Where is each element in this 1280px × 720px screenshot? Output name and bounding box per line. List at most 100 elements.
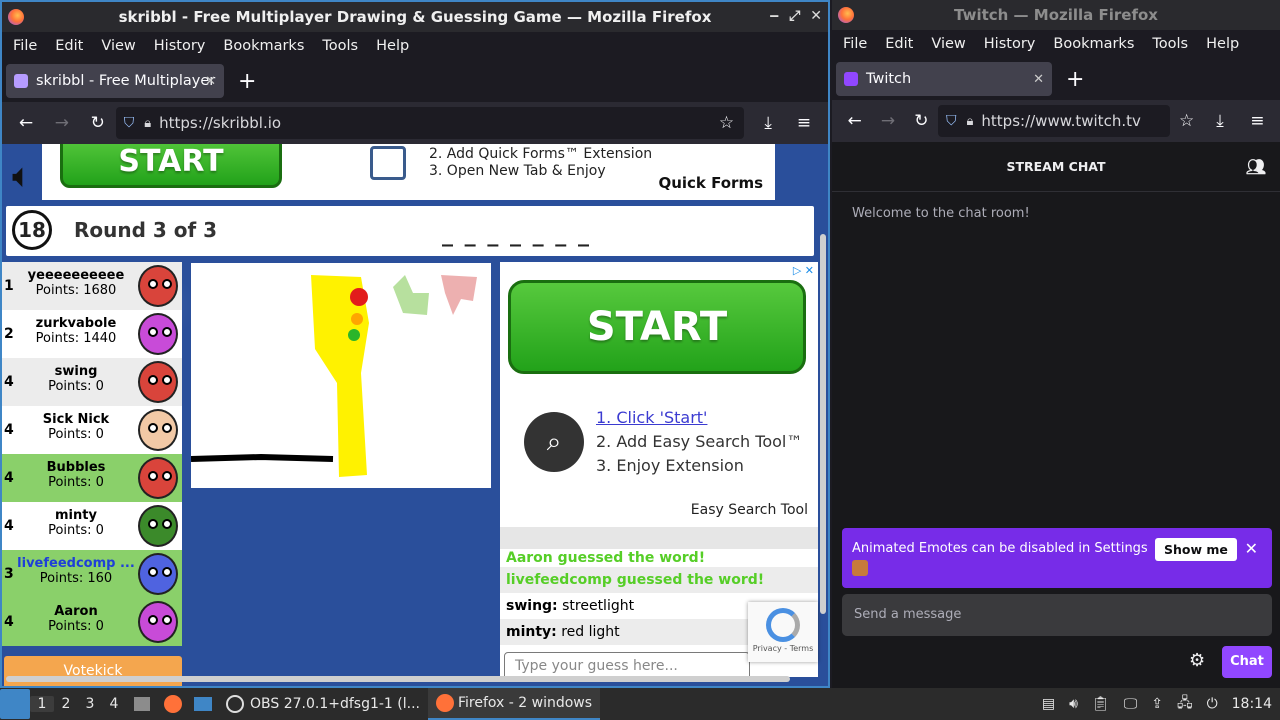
workspace-2[interactable]: 2	[54, 696, 78, 712]
forward-icon[interactable]: →	[871, 111, 904, 131]
player-row[interactable]: 4 minty Points: 0	[2, 502, 182, 550]
window-titlebar[interactable]: skribbl - Free Multiplayer Drawing & Gue…	[2, 2, 828, 32]
users-icon[interactable]: 👥︎	[1246, 157, 1266, 176]
gear-icon[interactable]: ⚙	[1189, 650, 1205, 671]
drawing-canvas[interactable]	[190, 263, 491, 488]
menu-tools[interactable]: Tools	[1143, 36, 1197, 52]
workspace-3[interactable]: 3	[78, 696, 102, 712]
new-tab-icon[interactable]: +	[1066, 67, 1084, 92]
menu-help[interactable]: Help	[1197, 36, 1248, 52]
menu-view[interactable]: View	[922, 36, 974, 52]
player-row[interactable]: 4 Bubbles Points: 0	[2, 454, 182, 502]
chat-message: livefeedcomp guessed the word!	[500, 567, 818, 593]
lock-icon: 🔒︎	[144, 115, 152, 131]
volume-icon[interactable]: 🔊︎	[1069, 696, 1078, 712]
ad-step1-link[interactable]: 1. Click 'Start'	[596, 408, 707, 427]
menu-history[interactable]: History	[145, 38, 215, 54]
notice-close-icon[interactable]: ✕	[1245, 539, 1258, 558]
menu-bookmarks[interactable]: Bookmarks	[1044, 36, 1143, 52]
tab-skribbl[interactable]: skribbl - Free Multiplayer ✕	[6, 64, 224, 98]
player-row[interactable]: 3 livefeedcomp ... Points: 160	[2, 550, 182, 598]
shield-icon[interactable]: ⛉	[124, 115, 135, 131]
menu-file[interactable]: File	[4, 38, 46, 54]
bookmark-star-icon[interactable]: ☆	[719, 113, 734, 133]
show-me-button[interactable]: Show me	[1155, 538, 1237, 561]
workspace-4[interactable]: 4	[102, 696, 126, 712]
menu-help[interactable]: Help	[367, 38, 418, 54]
tab-close-icon[interactable]: ✕	[1033, 72, 1044, 87]
menu-bookmarks[interactable]: Bookmarks	[214, 38, 313, 54]
keyboard-icon[interactable]: ▤	[1042, 696, 1055, 712]
ad-start-button[interactable]: START	[60, 144, 282, 188]
minimize-icon[interactable]: ‒	[769, 8, 779, 24]
vertical-scrollbar[interactable]	[820, 234, 826, 614]
tab-twitch[interactable]: Twitch ✕	[836, 62, 1052, 96]
app-menu-icon[interactable]: ≡	[786, 113, 822, 133]
file-manager-icon[interactable]	[134, 697, 150, 711]
player-row[interactable]: 4 Sick Nick Points: 0	[2, 406, 182, 454]
menu-view[interactable]: View	[92, 38, 144, 54]
close-icon[interactable]: ✕	[810, 8, 822, 24]
player-points: Points: 0	[48, 523, 104, 538]
taskbar-firefox-label: Firefox - 2 windows	[458, 695, 593, 711]
player-list: 1 yeeeeeeeeee Points: 1680 2 zurkvabole Point…	[2, 262, 182, 646]
desktop-icon[interactable]	[194, 697, 212, 711]
sound-icon[interactable]: 🔈︎	[12, 156, 32, 196]
start-menu-icon[interactable]	[0, 689, 30, 719]
downloads-icon[interactable]: ⤓	[750, 113, 786, 133]
chat-send-button[interactable]: Chat	[1222, 646, 1272, 678]
tab-strip: Twitch ✕ +	[832, 58, 1280, 100]
player-row[interactable]: 2 zurkvabole Points: 1440	[2, 310, 182, 358]
back-icon[interactable]: ←	[838, 111, 871, 131]
player-avatar	[138, 505, 178, 547]
url-bar[interactable]: ⛉ 🔒︎ https://www.twitch.tv	[937, 105, 1171, 137]
shield-icon[interactable]: ⛉	[946, 113, 957, 129]
right-ad[interactable]: ▷ ✕ START ⌕ 1. Click 'Start' 2. Add Easy…	[500, 262, 818, 527]
firefox-launcher-icon[interactable]	[164, 695, 182, 713]
monitor-icon[interactable]: 🖵︎	[1124, 696, 1138, 712]
menu-file[interactable]: File	[834, 36, 876, 52]
horizontal-scrollbar[interactable]	[6, 676, 790, 682]
top-ad[interactable]: START 2. Add Quick Forms™ Extension 3. O…	[42, 144, 775, 200]
taskbar-obs[interactable]: OBS 27.0.1+dfsg1-1 (l...	[218, 688, 428, 720]
forward-icon[interactable]: →	[44, 113, 80, 133]
app-menu-icon[interactable]: ≡	[1241, 111, 1274, 131]
player-name: yeeeeeeeeee	[27, 268, 125, 283]
menu-history[interactable]: History	[975, 36, 1045, 52]
recaptcha-icon	[766, 608, 800, 642]
url-bar[interactable]: ⛉ 🔒︎ https://skribbl.io ☆	[115, 107, 745, 139]
tab-close-icon[interactable]: ✕	[205, 74, 216, 89]
chat-input[interactable]: Send a message	[842, 594, 1272, 636]
update-icon[interactable]: ⇪	[1151, 696, 1163, 712]
workspace-1[interactable]: 1	[30, 696, 54, 712]
bookmark-star-icon[interactable]: ☆	[1170, 111, 1203, 131]
url-text: https://www.twitch.tv	[981, 112, 1141, 130]
player-row[interactable]: 4 Aaron Points: 0	[2, 598, 182, 646]
recaptcha-badge[interactable]: Privacy - Terms	[748, 602, 818, 662]
round-label: Round 3 of 3	[74, 218, 218, 242]
new-tab-icon[interactable]: +	[238, 69, 256, 94]
recaptcha-links[interactable]: Privacy - Terms	[748, 644, 818, 653]
menu-edit[interactable]: Edit	[876, 36, 922, 52]
player-row[interactable]: 1 yeeeeeeeeee Points: 1680	[2, 262, 182, 310]
downloads-icon[interactable]: ⤓	[1203, 111, 1236, 131]
round-bar: 18 Round 3 of 3 _ _ _ _ _ _ _	[6, 206, 814, 256]
adchoices-icon[interactable]: ▷ ✕	[793, 264, 814, 277]
ad-right-start-button[interactable]: START	[508, 280, 806, 374]
back-icon[interactable]: ←	[8, 113, 44, 133]
taskbar-firefox[interactable]: Firefox - 2 windows	[428, 688, 601, 720]
maximize-icon[interactable]: ⤢	[789, 8, 800, 24]
network-icon[interactable]: 🖧︎	[1177, 692, 1193, 716]
player-points: Points: 160	[39, 571, 113, 586]
clipboard-icon[interactable]: 📋︎	[1092, 696, 1110, 712]
menu-edit[interactable]: Edit	[46, 38, 92, 54]
player-row[interactable]: 4 swing Points: 0	[2, 358, 182, 406]
player-rank: 2	[4, 326, 14, 342]
skribbl-game: 🔈︎ START 2. Add Quick Forms™ Extension 3…	[2, 144, 828, 686]
window-titlebar[interactable]: Twitch — Mozilla Firefox	[832, 0, 1280, 30]
reload-icon[interactable]: ↻	[905, 111, 938, 131]
power-icon[interactable]: ⏻	[1207, 696, 1218, 712]
menu-tools[interactable]: Tools	[313, 38, 367, 54]
reload-icon[interactable]: ↻	[80, 113, 116, 133]
skribbl-favicon	[14, 74, 28, 88]
